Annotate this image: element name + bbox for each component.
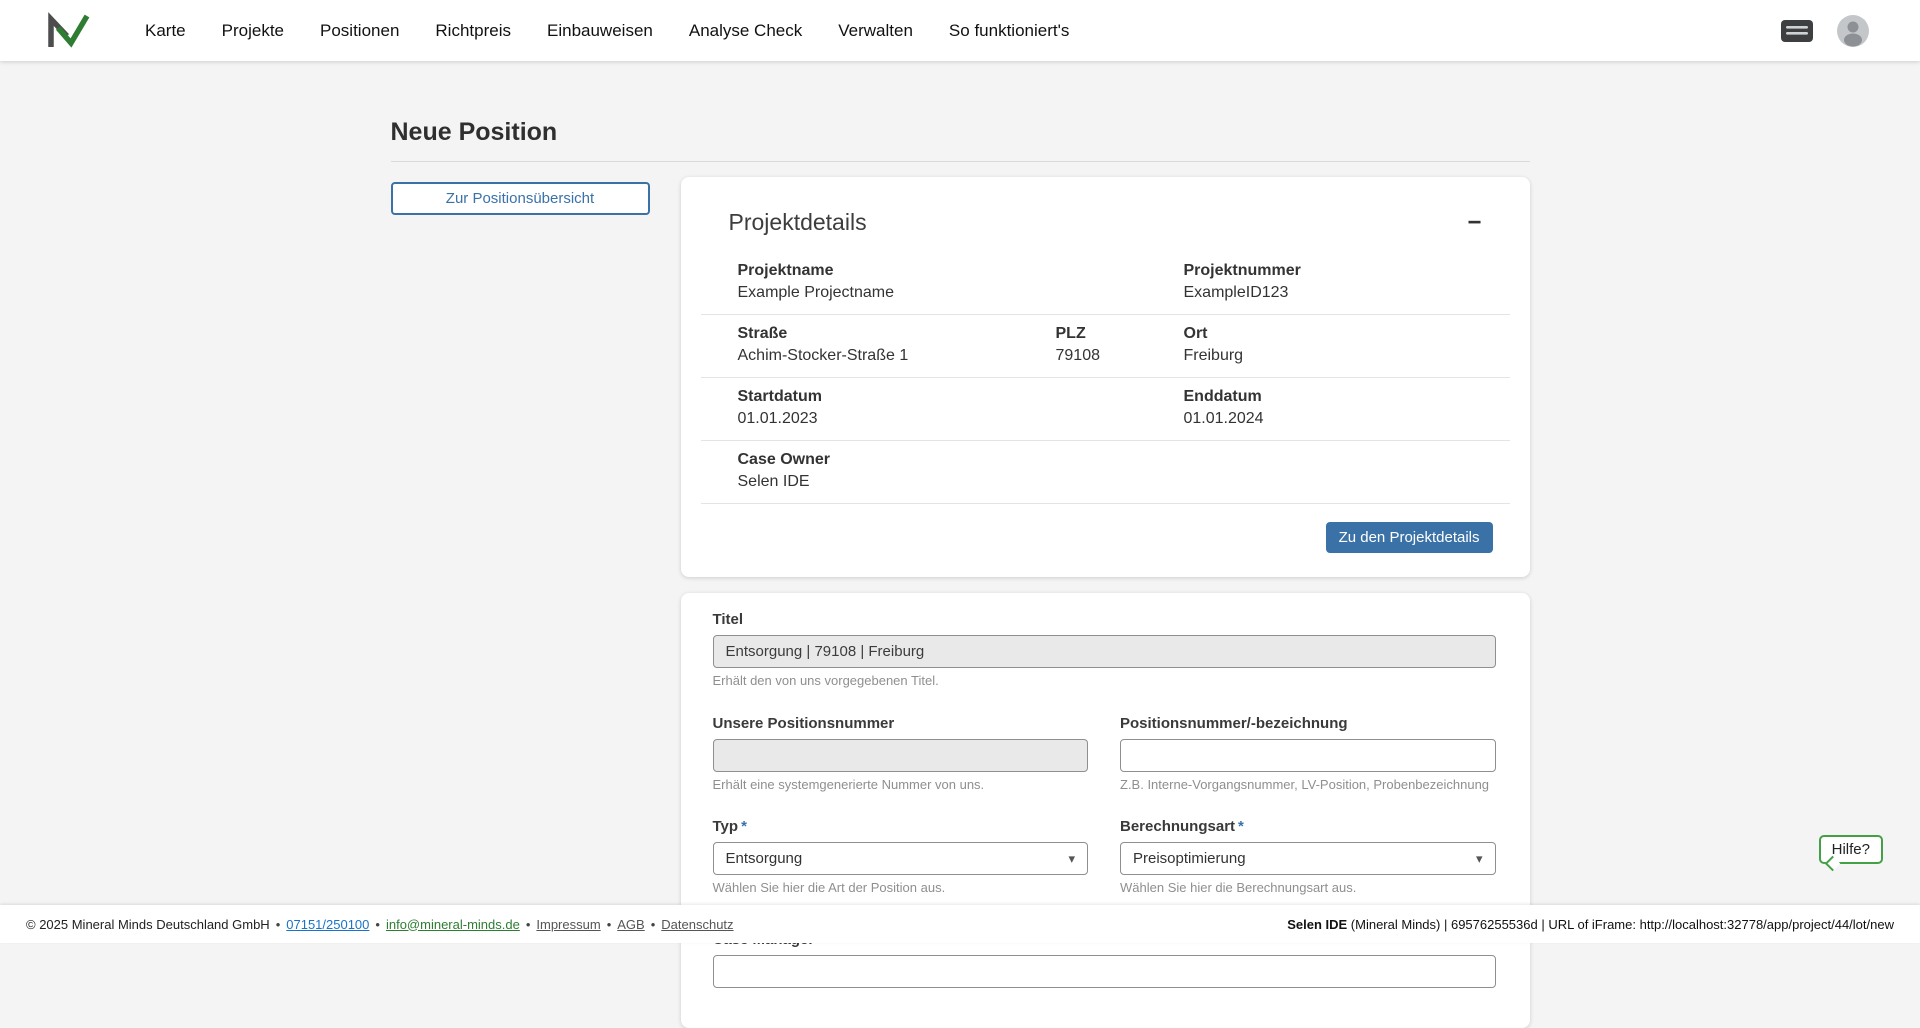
projektnummer-label: Projektnummer <box>1184 262 1510 280</box>
typ-field: Typ* Entsorgung ▾ Wählen Sie hier die Ar… <box>713 818 1089 895</box>
help-button[interactable]: Hilfe? <box>1819 835 1883 864</box>
projektname-label: Projektname <box>738 262 1184 280</box>
titel-input <box>713 635 1496 668</box>
case-manager-input[interactable] <box>713 955 1496 988</box>
titel-label: Titel <box>713 611 1496 628</box>
enddatum-label: Enddatum <box>1184 388 1510 406</box>
berechnungsart-field: Berechnungsart* Preisoptimierung ▾ Wähle… <box>1120 818 1496 895</box>
footer-session-info: Selen IDE (Mineral Minds) | 69576255536d… <box>1287 917 1894 932</box>
project-details-card: Projektdetails − Projektname Example Pro… <box>681 177 1530 577</box>
position-form-card: Titel Erhält den von uns vorgegebenen Ti… <box>681 593 1530 1028</box>
logo-icon <box>46 11 90 51</box>
typ-select-value: Entsorgung <box>726 850 803 867</box>
positionsnummer-label: Positionsnummer/-bezeichnung <box>1120 715 1496 732</box>
footer-session-details: (Mineral Minds) | 69576255536d | URL of … <box>1347 917 1894 932</box>
startdatum-value: 01.01.2023 <box>738 410 1184 428</box>
project-row-address: Straße Achim-Stocker-Straße 1 PLZ 79108 … <box>701 315 1510 378</box>
chevron-down-icon: ▾ <box>1476 851 1483 867</box>
unsere-positionsnummer-label-text: Unsere Positionsnummer <box>713 715 895 732</box>
berechnungsart-label-text: Berechnungsart <box>1120 818 1235 835</box>
unsere-positionsnummer-input <box>713 739 1089 772</box>
footer-separator: • <box>651 917 656 932</box>
positionsnummer-hint: Z.B. Interne-Vorgangsnummer, LV-Position… <box>1120 777 1496 792</box>
case-owner-label: Case Owner <box>738 451 1510 469</box>
typ-hint: Wählen Sie hier die Art der Position aus… <box>713 880 1089 895</box>
typ-label: Typ* <box>713 818 1089 835</box>
app-logo[interactable] <box>46 11 90 51</box>
berechnungsart-select[interactable]: Preisoptimierung ▾ <box>1120 842 1496 875</box>
nav-item-positionen[interactable]: Positionen <box>320 21 399 41</box>
footer-copyright: © 2025 Mineral Minds Deutschland GmbH <box>26 917 270 932</box>
project-row-case-owner: Case Owner Selen IDE <box>701 441 1510 504</box>
back-to-positions-button[interactable]: Zur Positionsübersicht <box>391 182 650 215</box>
main-nav: Karte Projekte Positionen Richtpreis Ein… <box>145 21 1069 41</box>
plz-value: 79108 <box>1056 347 1184 365</box>
unsere-positionsnummer-field: Unsere Positionsnummer Erhält eine syste… <box>713 715 1089 792</box>
berechnungsart-label: Berechnungsart* <box>1120 818 1496 835</box>
footer: © 2025 Mineral Minds Deutschland GmbH • … <box>0 905 1920 943</box>
footer-separator: • <box>375 917 380 932</box>
footer-separator: • <box>276 917 281 932</box>
strasse-label: Straße <box>738 325 1056 343</box>
nav-item-verwalten[interactable]: Verwalten <box>838 21 913 41</box>
required-asterisk: * <box>741 818 747 835</box>
titel-label-text: Titel <box>713 611 744 628</box>
projektname-value: Example Projectname <box>738 284 1184 302</box>
ort-label: Ort <box>1184 325 1510 343</box>
nav-item-einbauweisen[interactable]: Einbauweisen <box>547 21 653 41</box>
project-row-dates: Startdatum 01.01.2023 Enddatum 01.01.202… <box>701 378 1510 441</box>
berechnungsart-select-value: Preisoptimierung <box>1133 850 1246 867</box>
unsere-positionsnummer-hint: Erhält eine systemgenerierte Nummer von … <box>713 777 1089 792</box>
enddatum-value: 01.01.2024 <box>1184 410 1510 428</box>
footer-user-name: Selen IDE <box>1287 917 1347 932</box>
footer-left: © 2025 Mineral Minds Deutschland GmbH • … <box>26 917 734 932</box>
typ-select[interactable]: Entsorgung ▾ <box>713 842 1089 875</box>
startdatum-label: Startdatum <box>738 388 1184 406</box>
nav-item-karte[interactable]: Karte <box>145 21 186 41</box>
strasse-value: Achim-Stocker-Straße 1 <box>738 347 1056 365</box>
ort-value: Freiburg <box>1184 347 1510 365</box>
project-card-title: Projektdetails <box>729 209 867 236</box>
required-asterisk: * <box>1238 818 1244 835</box>
user-avatar[interactable] <box>1836 14 1870 48</box>
nav-item-analyse-check[interactable]: Analyse Check <box>689 21 802 41</box>
berechnungsart-hint: Wählen Sie hier die Berechnungsart aus. <box>1120 880 1496 895</box>
plz-label: PLZ <box>1056 325 1184 343</box>
project-details-button[interactable]: Zu den Projektdetails <box>1326 522 1493 553</box>
nav-item-richtpreis[interactable]: Richtpreis <box>435 21 511 41</box>
footer-agb-link[interactable]: AGB <box>617 917 644 932</box>
top-navbar: Karte Projekte Positionen Richtpreis Ein… <box>0 0 1920 61</box>
title-divider <box>391 161 1530 162</box>
footer-separator: • <box>607 917 612 932</box>
footer-phone-link[interactable]: 07151/250100 <box>286 917 369 932</box>
chevron-down-icon: ▾ <box>1068 851 1075 867</box>
positionsnummer-label-text: Positionsnummer/-bezeichnung <box>1120 715 1348 732</box>
footer-datenschutz-link[interactable]: Datenschutz <box>661 917 733 932</box>
typ-label-text: Typ <box>713 818 739 835</box>
nav-item-projekte[interactable]: Projekte <box>222 21 284 41</box>
project-row-name-number: Projektname Example Projectname Projektn… <box>701 252 1510 315</box>
server-icon[interactable] <box>1780 18 1814 44</box>
nav-item-so-funktionierts[interactable]: So funktioniert's <box>949 21 1069 41</box>
case-owner-value: Selen IDE <box>738 473 1510 491</box>
footer-email-link[interactable]: info@mineral-minds.de <box>386 917 520 932</box>
page-title: Neue Position <box>391 118 1530 147</box>
projektnummer-value: ExampleID123 <box>1184 284 1510 302</box>
positionsnummer-input[interactable] <box>1120 739 1496 772</box>
unsere-positionsnummer-label: Unsere Positionsnummer <box>713 715 1089 732</box>
titel-hint: Erhält den von uns vorgegebenen Titel. <box>713 673 1496 688</box>
footer-separator: • <box>526 917 531 932</box>
collapse-card-button[interactable]: − <box>1461 211 1487 235</box>
footer-impressum-link[interactable]: Impressum <box>536 917 600 932</box>
positionsnummer-field: Positionsnummer/-bezeichnung Z.B. Intern… <box>1120 715 1496 792</box>
